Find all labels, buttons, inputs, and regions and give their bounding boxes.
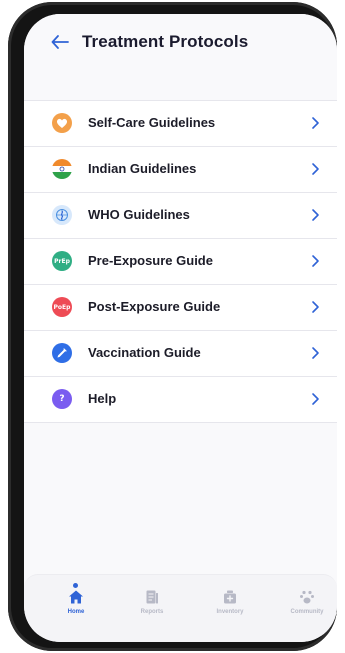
syringe-icon bbox=[52, 343, 72, 363]
poep-badge-text: PoEp bbox=[53, 303, 71, 311]
guidelines-list: Self-Care Guidelines Indian Guidelines W… bbox=[24, 100, 337, 423]
heart-icon bbox=[52, 113, 72, 133]
chevron-right-icon bbox=[312, 163, 319, 175]
chevron-right-icon bbox=[312, 393, 319, 405]
menu-item-label: Post-Exposure Guide bbox=[88, 299, 221, 314]
bottom-tab-bar: Home Reports Inventory Community bbox=[24, 574, 337, 642]
tab-inventory[interactable]: Inventory bbox=[200, 589, 260, 629]
chevron-right-icon bbox=[312, 117, 319, 129]
menu-item-label: Vaccination Guide bbox=[88, 345, 201, 360]
menu-item-label: Pre-Exposure Guide bbox=[88, 253, 213, 268]
chevron-right-icon bbox=[312, 255, 319, 267]
poep-badge-icon: PoEp bbox=[52, 297, 72, 317]
phone-frame: Treatment Protocols Self-Care Guidelines bbox=[8, 2, 337, 651]
tab-label: Community bbox=[290, 609, 324, 615]
app-header: Treatment Protocols bbox=[24, 14, 337, 100]
india-flag-icon bbox=[52, 159, 72, 179]
question-icon: ? bbox=[52, 389, 72, 409]
tab-label: Home bbox=[67, 609, 85, 615]
inventory-icon bbox=[224, 590, 236, 604]
reports-icon bbox=[146, 590, 158, 604]
menu-item-label: WHO Guidelines bbox=[88, 207, 190, 222]
menu-item-label: Help bbox=[88, 391, 117, 406]
question-badge-text: ? bbox=[59, 394, 65, 404]
menu-item-self-care-guidelines[interactable]: Self-Care Guidelines bbox=[24, 101, 337, 147]
prep-badge-text: PrEp bbox=[54, 257, 70, 265]
tab-home[interactable]: Home bbox=[46, 583, 106, 629]
menu-item-pre-exposure-guide[interactable]: PrEp Pre-Exposure Guide bbox=[24, 239, 337, 285]
home-icon bbox=[69, 590, 83, 604]
arrow-left-icon bbox=[51, 35, 69, 49]
back-button[interactable] bbox=[46, 28, 74, 56]
menu-item-label: Indian Guidelines bbox=[88, 161, 197, 176]
tab-label: Reports bbox=[140, 609, 164, 615]
active-indicator-dot bbox=[73, 583, 78, 588]
menu-item-vaccination-guide[interactable]: Vaccination Guide bbox=[24, 331, 337, 377]
menu-item-label: Self-Care Guidelines bbox=[88, 115, 216, 130]
prep-badge-icon: PrEp bbox=[52, 251, 72, 271]
chevron-right-icon bbox=[312, 301, 319, 313]
chevron-right-icon bbox=[312, 209, 319, 221]
menu-item-who-guidelines[interactable]: WHO Guidelines bbox=[24, 193, 337, 239]
chevron-right-icon bbox=[312, 347, 319, 359]
tab-reports[interactable]: Reports bbox=[122, 589, 182, 629]
menu-item-help[interactable]: ? Help bbox=[24, 377, 337, 423]
tab-label: Inventory bbox=[216, 609, 244, 615]
menu-item-post-exposure-guide[interactable]: PoEp Post-Exposure Guide bbox=[24, 285, 337, 331]
community-icon bbox=[300, 590, 314, 604]
who-emblem-icon bbox=[52, 205, 72, 225]
phone-screen: Treatment Protocols Self-Care Guidelines bbox=[24, 14, 337, 642]
page-title: Treatment Protocols bbox=[82, 32, 249, 51]
menu-item-indian-guidelines[interactable]: Indian Guidelines bbox=[24, 147, 337, 193]
tab-community[interactable]: Community bbox=[277, 589, 337, 629]
